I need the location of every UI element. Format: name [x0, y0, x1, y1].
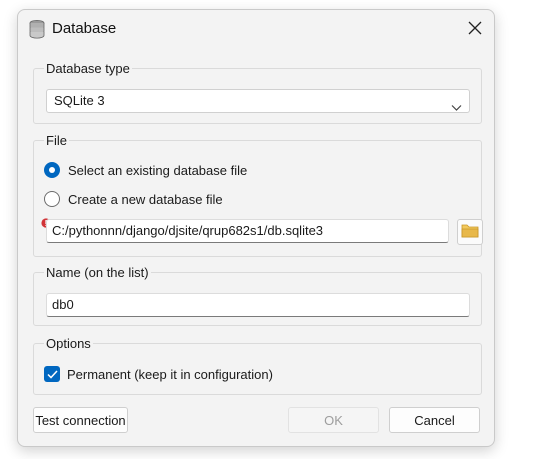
- database-dialog: Database Database type SQLite 3 File Sel…: [17, 9, 495, 447]
- ok-button[interactable]: OK: [288, 407, 379, 433]
- name-group-title: Name (on the list): [44, 265, 151, 280]
- database-type-value: SQLite 3: [54, 93, 105, 108]
- database-type-select[interactable]: SQLite 3: [46, 89, 470, 113]
- browse-button[interactable]: [457, 219, 483, 245]
- database-type-group: Database type SQLite 3: [33, 61, 482, 124]
- database-icon: [28, 19, 46, 39]
- file-group-title: File: [44, 133, 69, 148]
- database-type-group-title: Database type: [44, 61, 132, 76]
- file-group: File Select an existing database file Cr…: [33, 133, 483, 257]
- options-group-title: Options: [44, 336, 93, 351]
- radio-new-label: Create a new database file: [68, 191, 223, 207]
- cancel-button[interactable]: Cancel: [389, 407, 480, 433]
- database-file-path-input[interactable]: C:/pythonnn/django/djsite/qrup682s1/db.s…: [46, 219, 449, 243]
- permanent-checkbox-row[interactable]: Permanent (keep it in configuration): [44, 364, 273, 384]
- test-connection-button[interactable]: Test connection: [33, 407, 128, 433]
- radio-new-file[interactable]: Create a new database file: [44, 189, 223, 209]
- close-button[interactable]: [462, 16, 488, 42]
- folder-icon: [461, 223, 479, 241]
- options-group: Options Permanent (keep it in configurat…: [33, 336, 482, 395]
- radio-existing-file[interactable]: Select an existing database file: [44, 160, 247, 180]
- radio-existing-indicator[interactable]: [44, 162, 60, 178]
- title-bar: Database: [18, 10, 494, 48]
- radio-new-indicator[interactable]: [44, 191, 60, 207]
- dialog-title: Database: [52, 20, 117, 37]
- name-group: Name (on the list) db0: [33, 265, 482, 326]
- name-input[interactable]: db0: [46, 293, 470, 317]
- permanent-checkbox[interactable]: [44, 366, 60, 382]
- radio-existing-label: Select an existing database file: [68, 162, 248, 178]
- chevron-down-icon: [451, 97, 462, 111]
- permanent-label: Permanent (keep it in configuration): [67, 366, 273, 382]
- close-icon: [468, 21, 482, 38]
